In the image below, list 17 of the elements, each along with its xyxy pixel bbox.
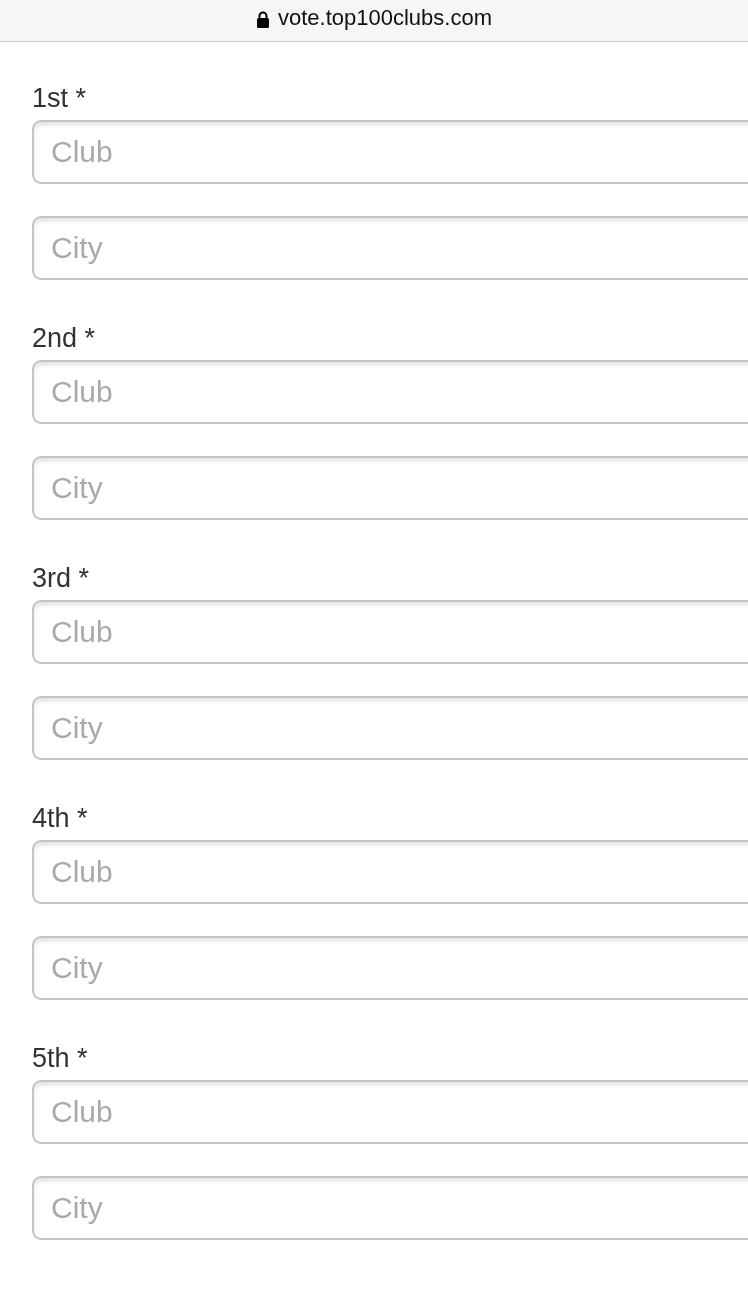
url-text[interactable]: vote.top100clubs.com xyxy=(278,5,492,30)
input-field[interactable]: City xyxy=(32,696,748,760)
field-label: 3rd * xyxy=(32,562,90,594)
field-label: 1st * xyxy=(32,82,87,114)
input-field[interactable]: Club xyxy=(32,360,748,424)
input-field[interactable]: City xyxy=(32,936,748,1000)
field-label: 4th * xyxy=(32,802,88,834)
input-field[interactable]: Club xyxy=(32,600,748,664)
input-field[interactable]: City xyxy=(32,1176,748,1240)
input-field[interactable]: Club xyxy=(32,840,748,904)
input-field[interactable]: Club xyxy=(32,120,748,184)
input-field[interactable]: City xyxy=(32,216,748,280)
lock-icon xyxy=(256,11,270,28)
field-label: 2nd * xyxy=(32,322,96,354)
input-field[interactable]: Club xyxy=(32,1080,748,1144)
field-label: 5th * xyxy=(32,1042,88,1074)
input-field[interactable]: City xyxy=(32,456,748,520)
